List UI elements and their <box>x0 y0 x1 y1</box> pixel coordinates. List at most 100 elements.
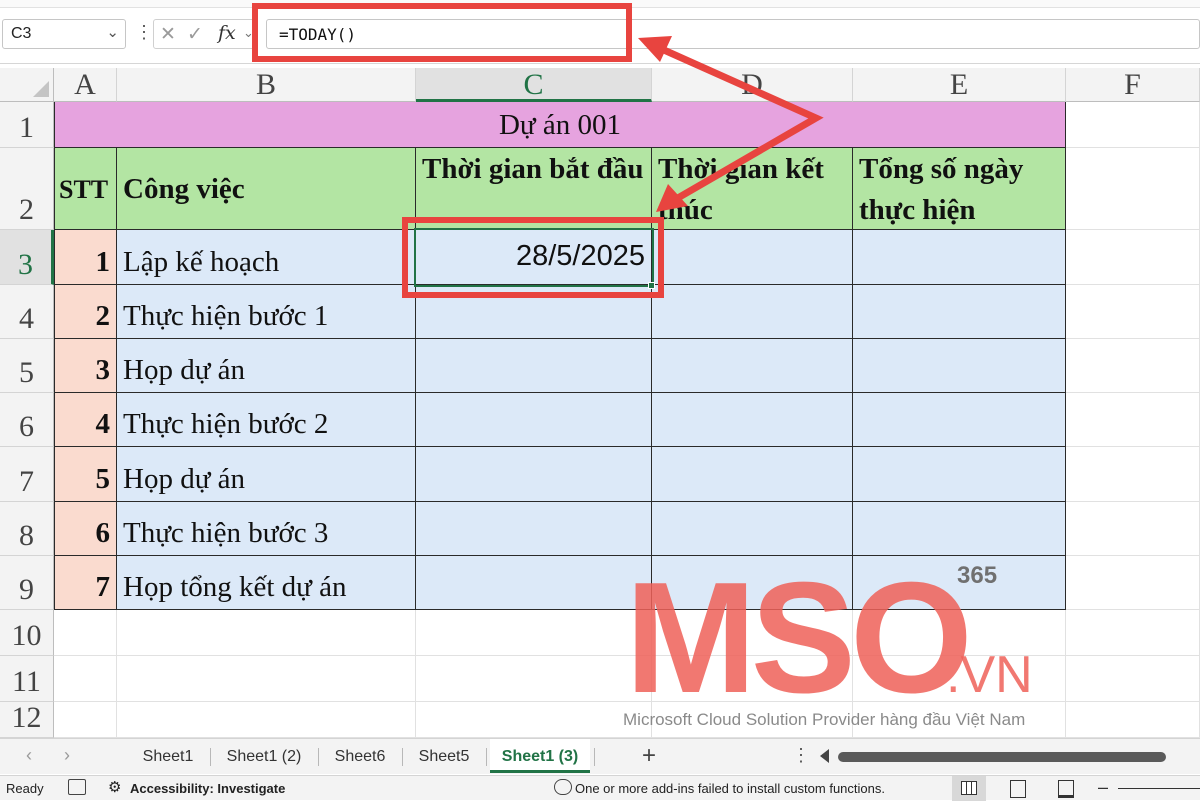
table-row-4-start[interactable] <box>416 393 652 447</box>
table-row-5-total[interactable] <box>853 447 1066 502</box>
cancel-icon[interactable]: ✕ <box>160 23 176 46</box>
table-row-5-task[interactable]: Họp dự án <box>117 447 416 502</box>
table-row-2-end[interactable] <box>652 285 853 339</box>
table-row-6-stt[interactable]: 6 <box>54 502 117 556</box>
cell-a11[interactable] <box>54 656 117 702</box>
table-row-7-start[interactable] <box>416 556 652 610</box>
table-row-4-stt[interactable]: 4 <box>54 393 117 447</box>
scroll-tabs-left-icon[interactable]: ‹ <box>26 745 32 766</box>
add-ins-message[interactable]: One or more add-ins failed to install cu… <box>575 781 885 796</box>
sheet-tab-sheet5[interactable]: Sheet5 <box>406 739 482 775</box>
table-row-2-task[interactable]: Thực hiện bước 1 <box>117 285 416 339</box>
table-row-2-stt[interactable]: 2 <box>54 285 117 339</box>
zoom-out-icon[interactable]: – <box>1098 777 1108 798</box>
table-row-2-total[interactable] <box>853 285 1066 339</box>
row-header-12[interactable]: 12 <box>0 701 54 738</box>
table-row-7-task[interactable]: Họp tổng kết dự án <box>117 556 416 610</box>
table-row-1-stt[interactable]: 1 <box>54 230 117 285</box>
table-row-4-end[interactable] <box>652 393 853 447</box>
row-header-11[interactable]: 11 <box>0 656 54 702</box>
accessibility-status[interactable]: Accessibility: Investigate <box>130 781 285 796</box>
row-header-1[interactable]: 1 <box>0 102 54 148</box>
scroll-tabs-right-icon[interactable]: › <box>64 745 70 766</box>
table-row-4-total[interactable] <box>853 393 1066 447</box>
table-row-1-task[interactable]: Lập kế hoạch <box>117 230 416 285</box>
scroll-left-arrow-icon[interactable] <box>820 749 829 763</box>
zoom-slider[interactable] <box>1118 788 1200 789</box>
table-row-6-task[interactable]: Thực hiện bước 3 <box>117 502 416 556</box>
name-box[interactable]: C3 ⌄ <box>2 19 126 49</box>
row-header-6[interactable]: 6 <box>0 393 54 447</box>
row-header-2[interactable]: 2 <box>0 148 54 230</box>
row-header-8[interactable]: 8 <box>0 502 54 556</box>
cell-f6[interactable] <box>1066 393 1200 447</box>
cell-f3[interactable] <box>1066 230 1200 285</box>
column-header-c[interactable]: C <box>416 68 652 102</box>
cell-c10[interactable] <box>416 610 652 656</box>
table-row-3-stt[interactable]: 3 <box>54 339 117 393</box>
cell-c11[interactable] <box>416 656 652 702</box>
cell-b10[interactable] <box>117 610 416 656</box>
horizontal-scrollbar-thumb[interactable] <box>838 752 1166 762</box>
cell-f1[interactable] <box>1066 102 1200 148</box>
row-header-3[interactable]: 3 <box>0 230 54 285</box>
accessibility-icon[interactable]: ⚙ <box>108 778 121 796</box>
cell-f5[interactable] <box>1066 339 1200 393</box>
sheet-tab-sheet1-3-active[interactable]: Sheet1 (3) <box>490 739 590 773</box>
table-row-7-stt[interactable]: 7 <box>54 556 117 610</box>
cell-f4[interactable] <box>1066 285 1200 339</box>
insert-function-icon[interactable]: fx <box>218 22 236 44</box>
column-header-a[interactable]: A <box>54 68 117 102</box>
page-break-view-icon[interactable] <box>1058 780 1074 798</box>
table-row-5-end[interactable] <box>652 447 853 502</box>
row-header-10[interactable]: 10 <box>0 610 54 656</box>
more-options-icon[interactable]: ⋮ <box>135 22 153 43</box>
column-header-b[interactable]: B <box>117 68 416 102</box>
chevron-down-icon[interactable]: ⌄ <box>106 23 119 41</box>
cell-f2[interactable] <box>1066 148 1200 230</box>
table-row-6-end[interactable] <box>652 502 853 556</box>
row-header-5[interactable]: 5 <box>0 339 54 393</box>
cell-b12[interactable] <box>117 702 416 738</box>
cell-f9[interactable] <box>1066 556 1200 610</box>
table-row-5-stt[interactable]: 5 <box>54 447 117 502</box>
sheet-tab-sheet6[interactable]: Sheet6 <box>322 739 398 775</box>
table-row-6-start[interactable] <box>416 502 652 556</box>
table-row-3-task[interactable]: Họp dự án <box>117 339 416 393</box>
column-header-d[interactable]: D <box>652 68 853 102</box>
cell-f11[interactable] <box>1066 656 1200 702</box>
sheet-tab-sheet1-2[interactable]: Sheet1 (2) <box>214 739 314 775</box>
header-end-cell[interactable]: Thời gian kết thúc <box>652 148 853 230</box>
row-header-4[interactable]: 4 <box>0 285 54 339</box>
table-row-1-total[interactable] <box>853 230 1066 285</box>
add-sheet-icon[interactable]: + <box>642 742 656 770</box>
table-row-1-end[interactable] <box>652 230 853 285</box>
table-row-3-start[interactable] <box>416 339 652 393</box>
column-header-e[interactable]: E <box>853 68 1066 102</box>
cell-c12[interactable] <box>416 702 652 738</box>
row-header-7[interactable]: 7 <box>0 447 54 502</box>
cell-f10[interactable] <box>1066 610 1200 656</box>
table-row-3-end[interactable] <box>652 339 853 393</box>
select-all-corner[interactable] <box>0 68 54 102</box>
table-row-3-total[interactable] <box>853 339 1066 393</box>
row-header-9[interactable]: 9 <box>0 556 54 610</box>
header-total-cell[interactable]: Tổng số ngày thực hiện <box>853 148 1066 230</box>
cell-a10[interactable] <box>54 610 117 656</box>
sheet-tab-sheet1[interactable]: Sheet1 <box>130 739 206 775</box>
cell-f12[interactable] <box>1066 702 1200 738</box>
more-options-icon[interactable]: ⋮ <box>792 745 810 766</box>
header-stt-cell[interactable]: STT <box>54 148 117 230</box>
table-row-5-start[interactable] <box>416 447 652 502</box>
column-header-f[interactable]: F <box>1066 68 1200 102</box>
normal-view-button[interactable] <box>952 776 986 801</box>
cell-f7[interactable] <box>1066 447 1200 502</box>
cell-a12[interactable] <box>54 702 117 738</box>
table-row-6-total[interactable] <box>853 502 1066 556</box>
cell-b11[interactable] <box>117 656 416 702</box>
page-layout-view-icon[interactable] <box>1010 780 1026 798</box>
table-row-4-task[interactable]: Thực hiện bước 2 <box>117 393 416 447</box>
header-task-cell[interactable]: Công việc <box>117 148 416 230</box>
table-title-cell[interactable]: Dự án 001 <box>54 102 1066 148</box>
enter-icon[interactable]: ✓ <box>187 23 203 46</box>
